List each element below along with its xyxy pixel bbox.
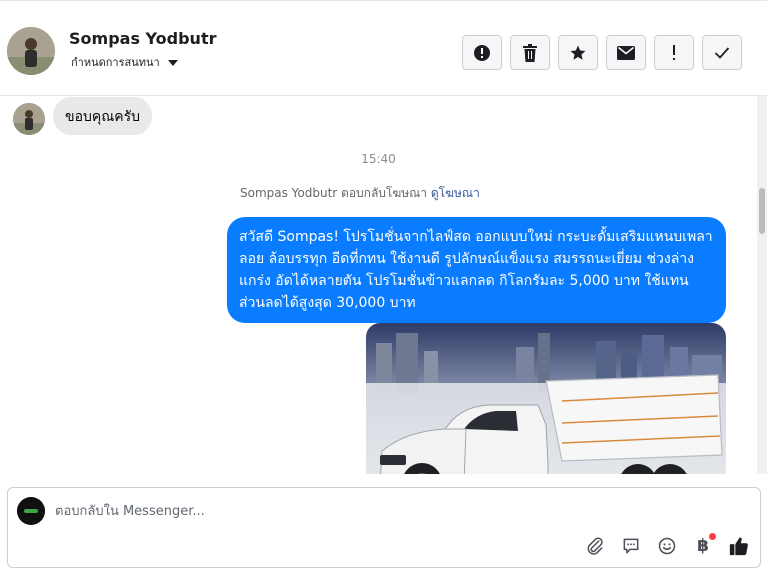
ad-image[interactable] <box>366 323 726 474</box>
checkmark-icon <box>714 46 730 59</box>
trash-icon <box>523 43 537 62</box>
caret-down-icon <box>167 60 178 66</box>
incoming-message: ขอบคุณครับ <box>53 97 152 135</box>
conversation-actions <box>462 35 742 70</box>
contact-avatar-small <box>13 103 45 135</box>
thread-scrollbar[interactable] <box>757 96 767 474</box>
reply-input[interactable] <box>55 500 735 522</box>
message-timestamp: 15:40 <box>361 152 396 166</box>
assign-conversation-dropdown[interactable]: กำหนดการสนทนา <box>71 53 178 71</box>
mark-done-button[interactable] <box>702 35 742 70</box>
composer-tools: ฿ <box>584 533 750 557</box>
baht-icon: ฿ <box>697 536 709 556</box>
emoji-button[interactable] <box>656 535 678 557</box>
contact-avatar[interactable] <box>7 27 55 75</box>
payment-button[interactable]: ฿ <box>692 533 716 557</box>
chat-bubble-icon <box>623 538 639 554</box>
conversation-header: Sompas Yodbutr กำหนดการสนทนา <box>0 0 767 96</box>
thumbs-up-icon <box>729 537 748 556</box>
star-button[interactable] <box>558 35 598 70</box>
notification-dot <box>709 533 716 540</box>
outgoing-message: สวัสดี Sompas! โปรโมชั่นจากไลฟ์สด ออกแบบ… <box>227 217 726 323</box>
scrollbar-thumb[interactable] <box>759 188 765 234</box>
messenger-conversation: Sompas Yodbutr กำหนดการสนทนา ขอบคุณครับ … <box>0 0 767 580</box>
contact-name[interactable]: Sompas Yodbutr <box>69 29 216 48</box>
star-icon <box>570 45 586 60</box>
delete-button[interactable] <box>510 35 550 70</box>
ad-reply-sender: Sompas Yodbutr ตอบกลับโฆษณา <box>240 186 428 200</box>
smiley-icon <box>658 537 676 555</box>
follow-up-button[interactable] <box>654 35 694 70</box>
attach-button[interactable] <box>584 535 606 557</box>
message-composer: ฿ <box>7 487 761 568</box>
assign-conversation-label: กำหนดการสนทนา <box>71 56 160 69</box>
message-thread[interactable]: ขอบคุณครับ 15:40 Sompas Yodbutr ตอบกลับโ… <box>0 96 757 474</box>
page-avatar <box>17 497 45 525</box>
mark-unread-button[interactable] <box>606 35 646 70</box>
exclamation-icon <box>673 44 675 60</box>
ad-reply-meta: Sompas Yodbutr ตอบกลับโฆษณา ดูโฆษณา <box>240 184 480 203</box>
mark-spam-button[interactable] <box>462 35 502 70</box>
paperclip-icon <box>587 537 603 555</box>
view-ad-link[interactable]: ดูโฆษณา <box>431 186 480 200</box>
saved-replies-button[interactable] <box>620 535 642 557</box>
alert-circle-icon <box>474 44 490 61</box>
envelope-icon <box>617 45 635 60</box>
like-button[interactable] <box>728 535 750 557</box>
